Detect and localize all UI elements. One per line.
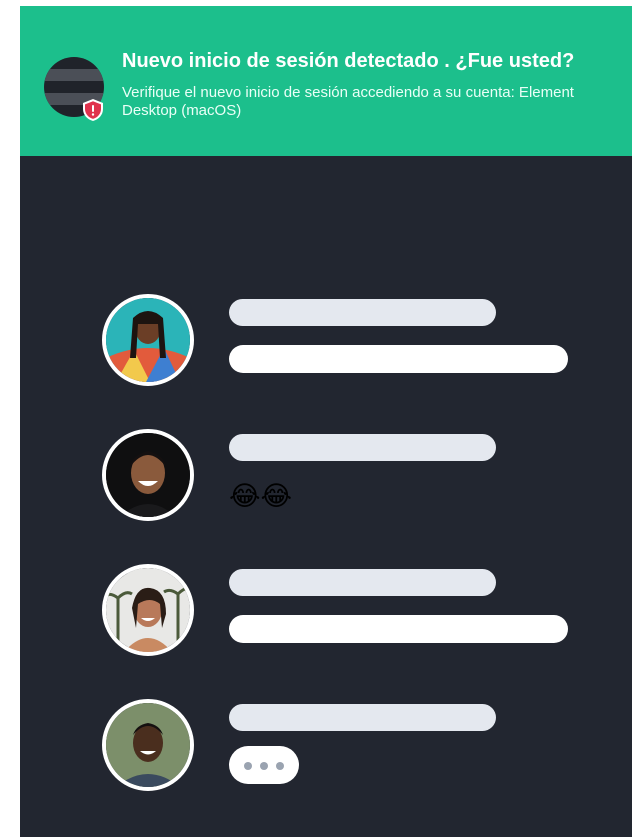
onboarding-frame: Nuevo inicio de sesión detectado . ¿Fue … [20, 6, 632, 837]
chat-message-row [20, 564, 632, 664]
message-placeholder-line [229, 615, 568, 643]
message-placeholder-line [229, 299, 496, 326]
typing-dot [244, 762, 252, 770]
banner-title: Nuevo inicio de sesión detectado . ¿Fue … [122, 50, 575, 72]
emoji-message: 😂😂 [229, 481, 293, 511]
typing-dot [260, 762, 268, 770]
message-placeholder-line [229, 345, 568, 373]
banner-message: Verifique el nuevo inicio de sesión acce… [122, 84, 574, 119]
shield-warning-icon [83, 99, 103, 121]
chat-message-row [20, 294, 632, 394]
new-login-banner[interactable]: Nuevo inicio de sesión detectado . ¿Fue … [20, 6, 632, 156]
message-placeholder-line [229, 704, 496, 731]
chat-message-row: 😂😂 [20, 429, 632, 529]
message-placeholder-line [229, 434, 496, 461]
chat-message-row [20, 699, 632, 799]
smiling-man-avatar [102, 699, 194, 791]
message-placeholder-line [229, 569, 496, 596]
laughing-man-avatar [102, 429, 194, 521]
typing-indicator [229, 746, 299, 784]
typing-dot [276, 762, 284, 770]
woman-braids-avatar [102, 294, 194, 386]
smiling-woman-palms-avatar [102, 564, 194, 656]
